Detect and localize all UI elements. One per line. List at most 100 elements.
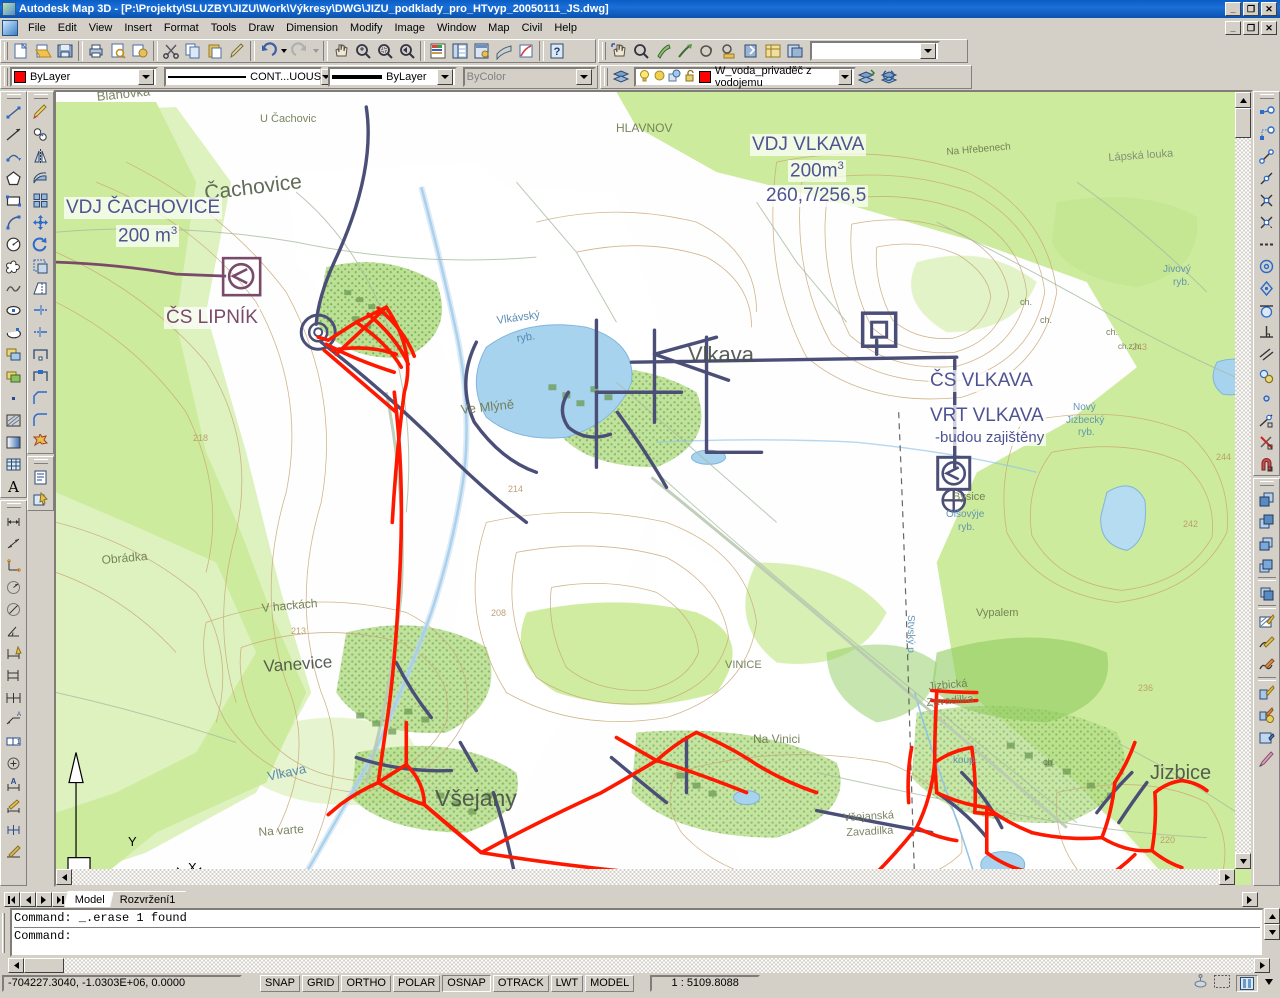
cmd-scroll-right-button[interactable] bbox=[1254, 957, 1270, 973]
tray-menu-icon[interactable] bbox=[1264, 977, 1274, 989]
toolbar-grip[interactable] bbox=[1259, 94, 1274, 99]
tab-rozvrzeni1[interactable]: Rozvržení1 bbox=[109, 891, 186, 907]
tangent-snap-icon[interactable] bbox=[1256, 299, 1278, 321]
command-window[interactable]: Command: _.erase 1 found Command: bbox=[0, 907, 1280, 957]
freeze-sun-icon[interactable] bbox=[653, 69, 666, 85]
copy-object-icon[interactable] bbox=[30, 123, 52, 145]
scale-icon[interactable] bbox=[30, 255, 52, 277]
menu-dimension[interactable]: Dimension bbox=[280, 20, 344, 36]
point-icon[interactable] bbox=[3, 387, 25, 409]
vertical-scroll-thumb[interactable] bbox=[1235, 108, 1251, 138]
hatch-icon[interactable] bbox=[3, 409, 25, 431]
redo-icon[interactable] bbox=[289, 40, 311, 62]
map-canvas[interactable] bbox=[56, 92, 1251, 887]
menu-image[interactable]: Image bbox=[388, 20, 431, 36]
menu-edit[interactable]: Edit bbox=[52, 20, 83, 36]
map-zoom-icon[interactable] bbox=[630, 40, 652, 62]
cmd-scroll-track[interactable] bbox=[64, 957, 1254, 973]
undo-icon[interactable] bbox=[257, 40, 279, 62]
layer-previous-icon[interactable] bbox=[878, 66, 900, 88]
linetype-control[interactable]: CONT...UOUS bbox=[164, 67, 332, 87]
help-icon[interactable]: ? bbox=[546, 40, 568, 62]
clean-screen-icon[interactable] bbox=[1214, 975, 1230, 991]
cut-icon[interactable] bbox=[160, 40, 182, 62]
revision-cloud-icon[interactable] bbox=[3, 255, 25, 277]
block-attribute-manager-icon[interactable] bbox=[1256, 726, 1278, 748]
baseline-dimension-icon[interactable] bbox=[3, 664, 25, 686]
circle-icon[interactable] bbox=[3, 233, 25, 255]
tool-palettes-icon[interactable] bbox=[471, 40, 493, 62]
menu-format[interactable]: Format bbox=[158, 20, 205, 36]
endpoint-snap-icon[interactable] bbox=[1256, 145, 1278, 167]
snap-toggle[interactable]: SNAP bbox=[260, 974, 300, 992]
define-drawing-set-icon[interactable] bbox=[652, 40, 674, 62]
toolbar-grip[interactable] bbox=[6, 94, 21, 99]
lwt-toggle[interactable]: LWT bbox=[550, 974, 584, 992]
angular-dimension-icon[interactable] bbox=[3, 620, 25, 642]
command-prompt[interactable]: Command: bbox=[14, 929, 1260, 943]
extension-snap-icon[interactable] bbox=[1256, 233, 1278, 255]
continue-dimension-icon[interactable] bbox=[3, 686, 25, 708]
quadrant-snap-icon[interactable] bbox=[1256, 277, 1278, 299]
scroll-up-button[interactable] bbox=[1235, 92, 1251, 108]
polyline-icon[interactable] bbox=[3, 145, 25, 167]
chevron-down-icon[interactable] bbox=[920, 43, 936, 59]
edit-attribute-icon[interactable] bbox=[1256, 704, 1278, 726]
toolbar-grip[interactable] bbox=[4, 42, 8, 60]
minimize-button[interactable]: _ bbox=[1225, 2, 1241, 16]
doc-minimize-button[interactable]: _ bbox=[1225, 20, 1241, 35]
freeze-vp-icon[interactable] bbox=[668, 69, 681, 85]
ellipse-icon[interactable] bbox=[3, 299, 25, 321]
draw-order-icon[interactable] bbox=[1256, 582, 1278, 604]
toolbar-grip[interactable] bbox=[33, 459, 48, 464]
node-snap-icon[interactable] bbox=[1256, 387, 1278, 409]
spline-icon[interactable] bbox=[3, 277, 25, 299]
chamfer-icon[interactable] bbox=[30, 387, 52, 409]
sheet-set-icon[interactable] bbox=[493, 40, 515, 62]
map-pan-icon[interactable] bbox=[608, 40, 630, 62]
rectangle-icon[interactable] bbox=[3, 189, 25, 211]
query-define-icon[interactable] bbox=[696, 40, 718, 62]
command-scrollbar[interactable] bbox=[1264, 908, 1280, 957]
scroll-down-button[interactable] bbox=[1235, 853, 1251, 869]
pan-realtime-icon[interactable] bbox=[330, 40, 352, 62]
perpendicular-snap-icon[interactable] bbox=[1256, 321, 1278, 343]
coordinates-display[interactable]: -704227.3040, -1.0303E+06, 0.0000 bbox=[2, 974, 242, 992]
command-horizontal-scrollbar[interactable] bbox=[8, 957, 1270, 973]
make-block-icon[interactable] bbox=[3, 365, 25, 387]
match-properties-icon[interactable] bbox=[226, 40, 248, 62]
ellipse-arc-icon[interactable] bbox=[3, 321, 25, 343]
make-object-layer-current-icon[interactable] bbox=[856, 66, 878, 88]
list-icon[interactable] bbox=[30, 466, 52, 488]
edit-spline-icon[interactable] bbox=[1256, 654, 1278, 676]
cmd-scroll-left-button[interactable] bbox=[8, 957, 24, 973]
print-icon[interactable] bbox=[85, 40, 107, 62]
array-icon[interactable] bbox=[30, 189, 52, 211]
bring-above-object-icon[interactable] bbox=[1256, 532, 1278, 554]
command-scroll-up-button[interactable] bbox=[1264, 908, 1280, 924]
line-icon[interactable] bbox=[3, 101, 25, 123]
print-preview-icon[interactable] bbox=[107, 40, 129, 62]
undo-dropdown-icon[interactable] bbox=[279, 40, 289, 62]
tolerance-icon[interactable]: 1 bbox=[3, 730, 25, 752]
command-scroll-down-button[interactable] bbox=[1264, 924, 1280, 940]
menu-tools[interactable]: Tools bbox=[205, 20, 243, 36]
tab-model[interactable]: Model bbox=[64, 891, 115, 907]
quick-view-icon[interactable] bbox=[674, 40, 696, 62]
stretch-icon[interactable] bbox=[30, 277, 52, 299]
mirror-icon[interactable] bbox=[30, 145, 52, 167]
object-data-icon[interactable] bbox=[762, 40, 784, 62]
toolbar-grip[interactable] bbox=[602, 42, 606, 60]
copy-icon[interactable] bbox=[182, 40, 204, 62]
menu-window[interactable]: Window bbox=[431, 20, 482, 36]
linear-dimension-icon[interactable] bbox=[3, 510, 25, 532]
explode-icon[interactable] bbox=[30, 431, 52, 453]
doc-close-button[interactable]: ✕ bbox=[1261, 20, 1277, 35]
toolbar-grip[interactable] bbox=[33, 94, 48, 99]
model-toggle[interactable]: MODEL bbox=[585, 974, 635, 992]
cmd-scroll-thumb[interactable] bbox=[24, 957, 64, 973]
ortho-toggle[interactable]: ORTHO bbox=[341, 974, 391, 992]
otrack-toggle[interactable]: OTRACK bbox=[492, 974, 549, 992]
ordinate-dimension-icon[interactable] bbox=[3, 554, 25, 576]
diameter-dimension-icon[interactable] bbox=[3, 598, 25, 620]
